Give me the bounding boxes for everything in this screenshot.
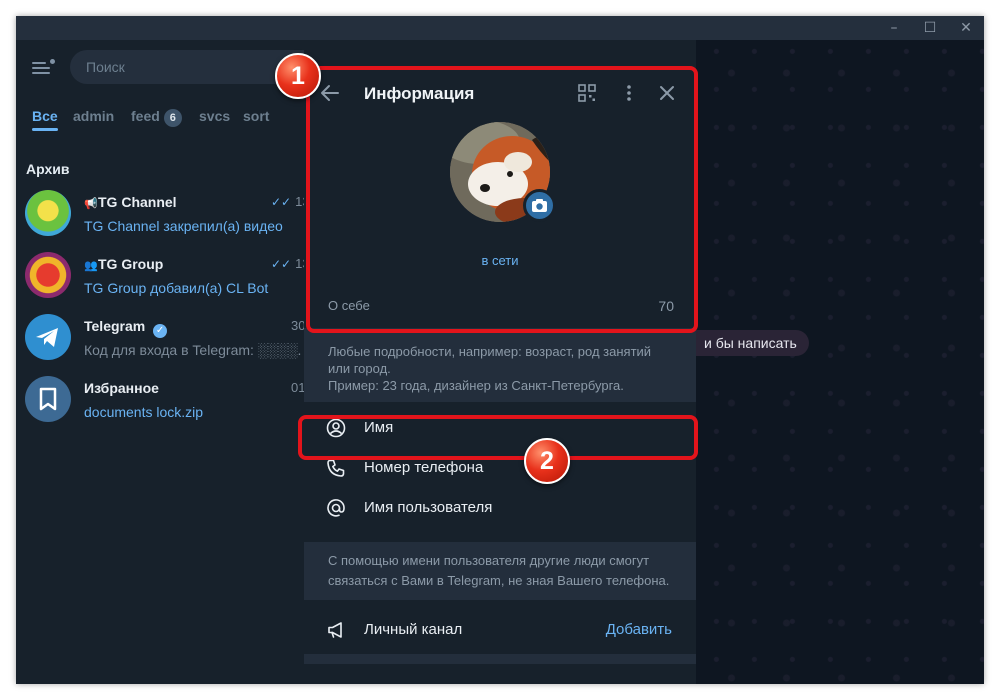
row-personal-channel[interactable]: Личный канал Добавить bbox=[304, 608, 696, 652]
row-username[interactable]: Имя пользователя bbox=[304, 488, 696, 528]
phone-icon bbox=[327, 459, 345, 477]
telegram-logo-icon bbox=[25, 314, 71, 360]
chat-name: Telegram bbox=[84, 318, 146, 334]
chat-hint-pill: и бы написать bbox=[682, 330, 809, 356]
chat-last-message: documents lock.zip bbox=[84, 404, 204, 420]
username-hint: С помощью имени пользователя другие люди… bbox=[304, 542, 696, 600]
highlight-frame-info bbox=[306, 66, 698, 333]
tab-admin[interactable]: admin bbox=[73, 108, 114, 124]
title-bar: – ☐ ✕ bbox=[16, 16, 984, 40]
chat-last-message: Код для входа в Telegram: ░░░░. Не bbox=[84, 342, 324, 358]
bio-hint: Любые подробности, например: возраст, ро… bbox=[304, 328, 696, 402]
active-tab-indicator bbox=[32, 128, 58, 131]
tab-feed[interactable]: feed 6 bbox=[131, 108, 182, 127]
step-marker-1: 1 bbox=[275, 53, 321, 99]
chat-name-row: Telegram ✓ bbox=[84, 318, 168, 338]
personal-channel-label: Личный канал bbox=[364, 621, 463, 638]
minimize-button[interactable]: – bbox=[876, 16, 912, 40]
bio-hint-text: Любые подробности, например: возраст, ро… bbox=[328, 344, 652, 376]
verified-icon: ✓ bbox=[153, 324, 168, 338]
close-window-button[interactable]: ✕ bbox=[948, 16, 984, 40]
avatar bbox=[25, 190, 71, 236]
row-username-label: Имя пользователя bbox=[364, 499, 493, 516]
bookmark-icon bbox=[25, 376, 71, 422]
chat-last-message: TG Channel закрепил(а) видео bbox=[84, 218, 283, 234]
add-channel-button[interactable]: Добавить bbox=[606, 621, 672, 638]
highlight-frame-name bbox=[298, 415, 698, 460]
double-check-icon: ✓✓ bbox=[271, 195, 292, 209]
maximize-button[interactable]: ☐ bbox=[912, 16, 948, 40]
row-phone-label: Номер телефона bbox=[364, 459, 484, 476]
row-partial bbox=[304, 664, 696, 684]
chat-name: TG Channel bbox=[98, 194, 177, 210]
tab-sort[interactable]: sort bbox=[243, 108, 269, 124]
chat-name-row: 📢TG Channel bbox=[84, 194, 177, 210]
chat-name: TG Group bbox=[98, 256, 164, 272]
tab-all[interactable]: Все bbox=[32, 108, 58, 124]
archive-label[interactable]: Архив bbox=[26, 161, 69, 177]
chat-name: Избранное bbox=[84, 380, 159, 396]
double-check-icon: ✓✓ bbox=[271, 257, 292, 271]
avatar bbox=[25, 252, 71, 298]
at-icon bbox=[327, 499, 345, 517]
group-icon: 👥 bbox=[84, 260, 98, 272]
bio-hint-example: Пример: 23 года, дизайнер из Санкт-Петер… bbox=[328, 378, 624, 393]
unread-badge: 6 bbox=[163, 109, 182, 127]
tab-svcs[interactable]: svcs bbox=[199, 108, 230, 124]
divider bbox=[304, 654, 696, 664]
menu-icon[interactable] bbox=[30, 58, 55, 78]
megaphone-icon bbox=[328, 622, 342, 638]
notification-dot bbox=[50, 59, 55, 64]
chat-last-message: TG Group добавил(а) CL Bot bbox=[84, 280, 269, 296]
chat-name-row: 👥TG Group bbox=[84, 256, 163, 272]
channel-icon: 📢 bbox=[84, 198, 98, 210]
step-marker-2: 2 bbox=[524, 438, 570, 484]
tab-feed-label: feed bbox=[131, 108, 160, 124]
